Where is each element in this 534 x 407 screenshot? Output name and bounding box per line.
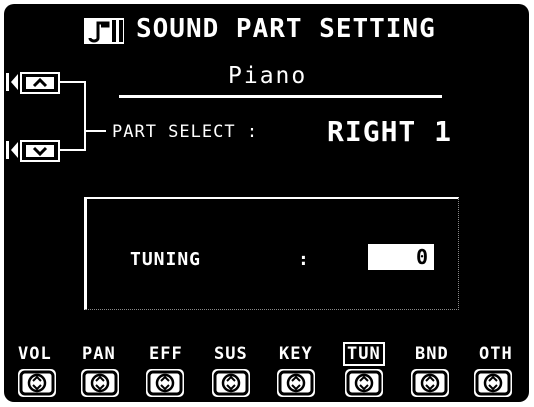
bracket-bottom xyxy=(60,149,86,151)
up-pointer-bar xyxy=(6,73,9,91)
page-title: SOUND PART SETTING xyxy=(136,14,436,44)
tab-oth[interactable]: OTH xyxy=(479,344,513,364)
knob-vol[interactable] xyxy=(18,369,56,397)
up-down-knob-icon xyxy=(213,370,249,396)
knob-eff[interactable] xyxy=(146,369,184,397)
part-select-label: PART SELECT : xyxy=(112,122,259,142)
up-pointer-icon xyxy=(11,74,18,90)
down-pointer-icon xyxy=(11,142,18,158)
tab-eff[interactable]: EFF xyxy=(149,344,183,364)
down-arrow-icon xyxy=(26,145,54,157)
up-arrow-icon xyxy=(26,77,54,89)
tab-key[interactable]: KEY xyxy=(279,344,313,364)
voice-underline xyxy=(119,95,442,98)
knob-pan[interactable] xyxy=(81,369,119,397)
music-part-icon xyxy=(82,16,126,46)
knob-sus[interactable] xyxy=(212,369,250,397)
lcd-screen: SOUND PART SETTING Piano PART SELECT : R… xyxy=(4,4,529,402)
tab-sus[interactable]: SUS xyxy=(214,344,248,364)
tuning-colon: : xyxy=(298,249,309,270)
tuning-label: TUNING xyxy=(130,249,202,270)
bracket-vertical xyxy=(84,81,86,150)
knob-bnd[interactable] xyxy=(411,369,449,397)
voice-name: Piano xyxy=(228,63,308,89)
knob-oth[interactable] xyxy=(474,369,512,397)
up-down-knob-icon xyxy=(475,370,511,396)
tab-bnd[interactable]: BND xyxy=(415,344,449,364)
tab-pan[interactable]: PAN xyxy=(82,344,116,364)
up-down-knob-icon xyxy=(412,370,448,396)
up-down-knob-icon xyxy=(147,370,183,396)
bracket-top xyxy=(60,81,86,83)
part-select-value[interactable]: RIGHT 1 xyxy=(327,115,452,148)
up-down-knob-icon xyxy=(19,370,55,396)
knob-key[interactable] xyxy=(277,369,315,397)
down-pointer-bar xyxy=(6,141,9,159)
tab-tun[interactable]: TUN xyxy=(343,342,385,366)
tab-vol[interactable]: VOL xyxy=(18,344,52,364)
up-down-knob-icon xyxy=(82,370,118,396)
up-button[interactable] xyxy=(20,72,60,94)
up-down-knob-icon xyxy=(346,370,382,396)
up-down-knob-icon xyxy=(278,370,314,396)
tuning-value: 0 xyxy=(415,245,428,269)
knob-tun[interactable] xyxy=(345,369,383,397)
bracket-middle xyxy=(84,130,106,132)
tuning-value-field[interactable]: 0 xyxy=(368,244,434,270)
down-button[interactable] xyxy=(20,140,60,162)
